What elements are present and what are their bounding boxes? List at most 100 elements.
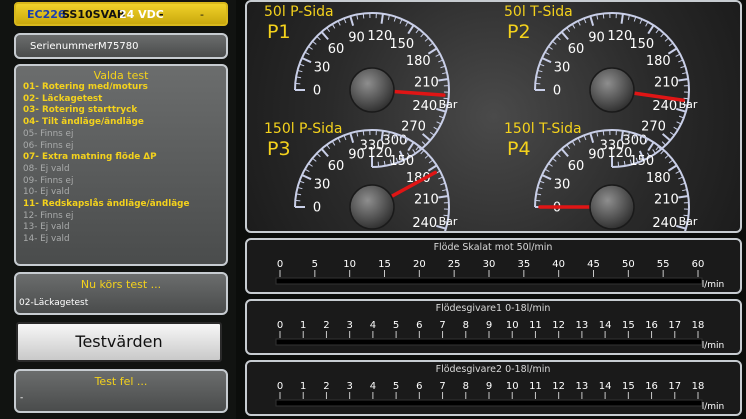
flow-tick-label: 12 [552, 320, 565, 331]
gauge-tick [664, 154, 670, 159]
gauge-tick [442, 189, 448, 192]
gauge-tick [537, 69, 543, 73]
gauge-tick [331, 23, 336, 29]
gauge-tick-label: 210 [414, 76, 439, 91]
flow-tick-label: 0 [277, 381, 283, 392]
test-item: 01- Rotering med/moturs [23, 82, 148, 92]
flow-tick-label: 15 [622, 381, 635, 392]
model-code: EC226 [27, 8, 66, 21]
gauge-tick [429, 131, 435, 136]
flow-tick-label: 10 [506, 320, 519, 331]
serial-code: SS10SVAB [62, 8, 126, 21]
flow-scale-sensor2: Flödesgivare2 0-18l/min0 1 2 3 4 5 6 7 8 9 10 11 12 1… [275, 364, 725, 412]
gauge-tick [645, 21, 649, 27]
test-item: 02- Läckagetest [23, 93, 103, 104]
gauge-tick [669, 131, 675, 136]
header-extra-2: - [200, 8, 204, 21]
gauge-tick [620, 130, 624, 141]
gauge-tick-label: 150 [389, 154, 414, 169]
test-item: 08- Ej vald [23, 163, 70, 174]
gauges-panel: 0 30 60 90 120 150 180 210 240 270 300 330 50l P-Sid… [245, 0, 742, 233]
serial-value: M75780 [98, 41, 139, 52]
gauge-tick-label: 180 [646, 54, 671, 69]
test-values-button[interactable]: Testvärden [16, 322, 222, 362]
flow-tick-label: 60 [692, 259, 705, 270]
gauge-tick [678, 195, 689, 199]
flow-tick-label: 18 [692, 381, 705, 392]
gauge-tick-label: 90 [588, 148, 605, 163]
gauge-tick-label: 210 [654, 76, 679, 91]
gauge-tick [660, 32, 665, 38]
gauge-tick [660, 149, 665, 155]
flow-unit: l/min [702, 402, 725, 412]
flow-tick-label: 12 [552, 381, 565, 392]
gauge-tick [682, 72, 688, 75]
gauge-tick [556, 35, 561, 41]
gauge-tick [676, 121, 682, 125]
gauge-name: P1 [267, 21, 291, 43]
gauge-tick [420, 32, 425, 38]
flow-unit: l/min [702, 280, 725, 290]
gauge-tick [589, 132, 595, 143]
gauge-tick-label: 240 [412, 99, 437, 114]
flow-panel-sensor2: Flödesgivare2 0-18l/min 0 1 2 3 4 5 6 7 8 9 10 11 12 1… [245, 360, 742, 416]
gauge-tick [438, 195, 449, 199]
gauge-tick [633, 16, 637, 22]
gauge-name: P2 [507, 21, 531, 43]
flow-tick-label: 14 [599, 381, 612, 392]
flow-tick-label: 5 [312, 259, 318, 270]
gauge-tick [661, 141, 667, 146]
gauge-tick [680, 65, 686, 69]
gauge-tick-label: 240 [412, 216, 437, 231]
gauge-tick [299, 180, 305, 184]
flow-tick-label: 15 [378, 259, 391, 270]
gauge-tick [678, 176, 684, 180]
flow-tick-label: 9 [486, 320, 492, 331]
serial-label: Serienummer: [30, 41, 102, 52]
test-item: 04- Tilt ändläge/ändläge [23, 117, 144, 128]
gauge-tick [331, 140, 336, 146]
flow-tick-label: 17 [668, 320, 681, 331]
test-item: 13- Ej vald [23, 222, 70, 233]
gauge-tick [297, 69, 303, 73]
gauge-tick [620, 13, 624, 24]
gauge-tick [577, 20, 581, 26]
flow-tick-label: 18 [692, 320, 705, 331]
gauge-tick [412, 149, 416, 154]
test-item: 03- Rotering starttryck [23, 105, 138, 116]
test-errors-value: - [20, 393, 24, 403]
gauge-tick [421, 141, 427, 146]
flow-unit: l/min [702, 341, 725, 351]
gauge-tick [349, 15, 355, 26]
gauge-tick [297, 186, 303, 190]
gauge-tick [539, 63, 545, 67]
gauge-tick-label: 30 [314, 61, 331, 76]
flow-tick-label: 11 [529, 381, 542, 392]
flow-tick-label: 2 [323, 320, 329, 331]
flow-tick-label: 16 [645, 381, 658, 392]
gauge-tick [539, 180, 545, 184]
flow-tick-label: 5 [393, 381, 399, 392]
flow-tick-label: 11 [529, 320, 542, 331]
gauge-tick [571, 23, 576, 29]
gauge-tick [436, 121, 442, 125]
gauge-tick [312, 40, 317, 45]
gauge-p3: 0306090120150180210240270300330150l P-Si… [264, 121, 458, 231]
flow-track [275, 277, 703, 285]
flow-tick-label: 25 [448, 259, 461, 270]
flow-tick-label: 6 [416, 320, 422, 331]
gauge-tick [320, 31, 329, 41]
gauge-tick [675, 53, 681, 57]
gauge-tick [380, 130, 384, 141]
gauge-tick [438, 176, 444, 180]
gauge-tick [433, 126, 439, 131]
gauge-tick [552, 157, 557, 162]
gauge-tick [680, 182, 686, 186]
gauge-tick [541, 174, 552, 181]
gauge-tick [673, 126, 679, 131]
gauges-svg: 0306090 12015018021024027030033050l P-Sid… [264, 4, 698, 231]
gauge-knob [349, 184, 395, 230]
gauge-tick [299, 63, 305, 67]
gauge-tick [326, 27, 331, 33]
gauge-tick-label: 30 [554, 178, 571, 193]
